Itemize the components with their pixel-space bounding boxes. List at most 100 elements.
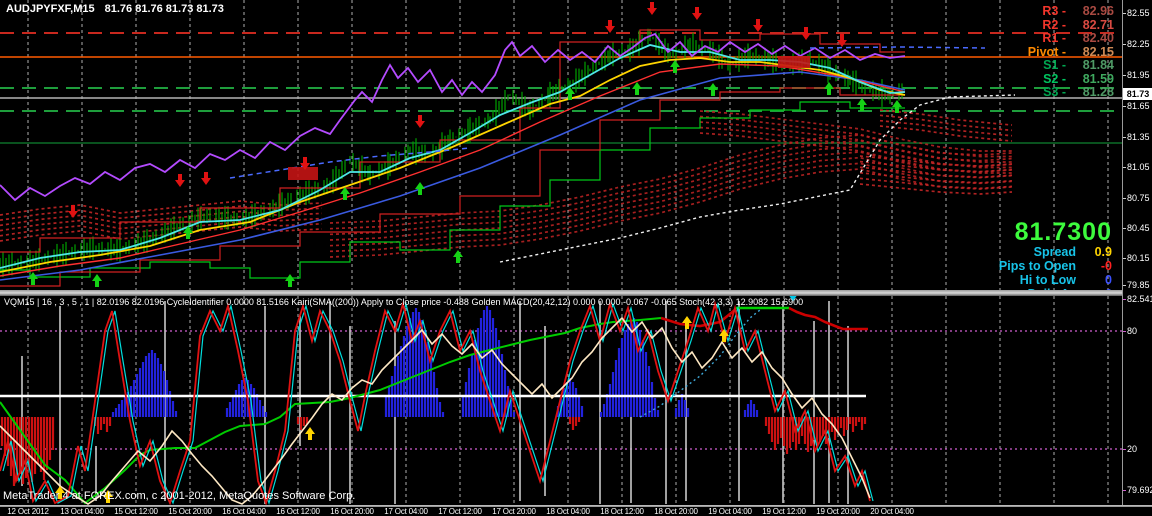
time-axis-label: 15 Oct 20:00 bbox=[168, 507, 211, 516]
arrow-up-icon bbox=[708, 83, 718, 96]
time-axis-label: 17 Oct 20:00 bbox=[492, 507, 535, 516]
mt4-terminal: AUDJPYFXF,M15 81.76 81.76 81.73 81.73 R3 … bbox=[0, 0, 1152, 516]
axis-tick bbox=[1123, 75, 1126, 76]
pivot-level-label: R1 - bbox=[1042, 32, 1066, 46]
quote-stat-value: 0.9 bbox=[1076, 245, 1112, 259]
pivot-level-value: 81.84 bbox=[1066, 59, 1114, 73]
signal-box bbox=[778, 56, 810, 68]
arrow-down-icon bbox=[801, 27, 811, 40]
arrow-down-icon bbox=[605, 20, 615, 33]
time-axis-label: 19 Oct 20:00 bbox=[816, 507, 859, 516]
arrow-up-icon bbox=[453, 250, 463, 263]
axis-price-label: 81.35 bbox=[1127, 132, 1150, 142]
time-axis-label: 16 Oct 20:00 bbox=[330, 507, 373, 516]
arrow-up-icon bbox=[305, 427, 315, 440]
arrow-up-icon bbox=[415, 182, 425, 195]
time-axis[interactable]: 12 Oct 201213 Oct 04:0015 Oct 12:0015 Oc… bbox=[0, 507, 1152, 516]
axis-price-label: 79.85 bbox=[1127, 280, 1150, 290]
axis-price-label: 81.65 bbox=[1127, 101, 1150, 111]
axis-tick bbox=[1123, 258, 1126, 259]
time-axis-label: 18 Oct 04:00 bbox=[546, 507, 589, 516]
time-axis-label: 12 Oct 2012 bbox=[7, 507, 48, 516]
cloud-band bbox=[860, 178, 1012, 188]
cloud-band bbox=[860, 156, 1012, 166]
arrow-up-icon bbox=[824, 82, 834, 95]
axis-price-label: 82.25 bbox=[1127, 39, 1150, 49]
ohlc-values: 81.76 81.76 81.73 81.73 bbox=[105, 3, 224, 15]
indicator-canvas[interactable] bbox=[0, 296, 1122, 505]
arrow-down-icon bbox=[68, 205, 78, 218]
quote-info-block: 81.7300 Spread0.9Pips to Open-0Hi to Low… bbox=[999, 219, 1112, 290]
axis-price-label: 81.05 bbox=[1127, 162, 1150, 172]
price-axis[interactable]: 82.5582.2581.9581.6581.3581.0580.7580.45… bbox=[1122, 0, 1152, 505]
cloud-band bbox=[860, 167, 1012, 177]
axis-tick bbox=[1123, 106, 1126, 107]
arrow-down-icon bbox=[201, 172, 211, 185]
pivot-level-label: R3 - bbox=[1042, 5, 1066, 19]
axis-tick bbox=[1123, 285, 1126, 286]
arrow-down-icon bbox=[647, 2, 657, 15]
axis-tick bbox=[1123, 331, 1126, 332]
axis-price-label: 81.95 bbox=[1127, 70, 1150, 80]
series-dash-blue-right bbox=[810, 47, 985, 48]
quote-stats-rows: Spread0.9Pips to Open-0Hi to Low0Daily A… bbox=[999, 245, 1112, 290]
arrow-up-icon bbox=[682, 316, 692, 329]
price-chart-canvas[interactable] bbox=[0, 0, 1122, 290]
arrow-up-icon bbox=[857, 98, 867, 111]
axis-tick bbox=[1123, 137, 1126, 138]
quote-stat-label: Hi to Low bbox=[1020, 273, 1076, 287]
quote-stat-row: Spread0.9 bbox=[999, 245, 1112, 259]
pivot-level-row: Pivot -82.15 bbox=[1028, 46, 1114, 60]
current-price-display: 81.7300 bbox=[999, 219, 1112, 245]
copyright-text: MetaTrader 4 at FOREX.com, c 2001-2012, … bbox=[3, 490, 355, 502]
time-axis-label: 17 Oct 12:00 bbox=[438, 507, 481, 516]
pivot-level-label: S1 - bbox=[1043, 59, 1066, 73]
pivot-level-value: 82.71 bbox=[1066, 19, 1114, 33]
time-axis-label: 19 Oct 12:00 bbox=[762, 507, 805, 516]
axis-price-label: 20 bbox=[1127, 444, 1137, 454]
time-axis-label: 16 Oct 12:00 bbox=[276, 507, 319, 516]
cloud-band bbox=[860, 173, 1012, 183]
signal-box bbox=[288, 167, 318, 180]
cloud-band bbox=[330, 135, 1012, 223]
symbol-period-label: AUDJPYFXF,M15 bbox=[6, 3, 95, 15]
series-dot-white bbox=[500, 95, 1015, 262]
pivot-level-value: 82.96 bbox=[1066, 5, 1114, 19]
arrow-down-icon bbox=[753, 19, 763, 32]
pivot-level-label: S3 - bbox=[1043, 86, 1066, 100]
axis-price-label: 80.75 bbox=[1127, 193, 1150, 203]
quote-stat-value: -0 bbox=[1076, 259, 1112, 273]
arrow-up-icon bbox=[92, 274, 102, 287]
axis-price-label: 80 bbox=[1127, 326, 1137, 336]
axis-tick bbox=[1123, 13, 1126, 14]
indicator-panel[interactable]: VQM15 | 16 , 3 , 5 , 1 | 82.0196 82.0196… bbox=[0, 296, 1122, 505]
pivot-levels-block: R3 -82.96R2 -82.71R1 -82.40Pivot -82.15S… bbox=[1028, 5, 1114, 100]
price-chart-panel[interactable]: AUDJPYFXF,M15 81.76 81.76 81.73 81.73 R3 … bbox=[0, 0, 1122, 290]
pivot-level-value: 81.28 bbox=[1066, 86, 1114, 100]
pivot-level-row: S2 -81.59 bbox=[1028, 73, 1114, 87]
pivot-level-row: S1 -81.84 bbox=[1028, 59, 1114, 73]
axis-tick bbox=[1123, 228, 1126, 229]
quote-stat-label: Daily Av bbox=[1028, 287, 1076, 290]
time-axis-label: 17 Oct 04:00 bbox=[384, 507, 427, 516]
quote-stat-label: Pips to Open bbox=[999, 259, 1076, 273]
quote-stat-value: 6 bbox=[1076, 287, 1112, 290]
time-axis-label: 18 Oct 20:00 bbox=[654, 507, 697, 516]
axis-tick bbox=[1123, 167, 1126, 168]
axis-tick bbox=[1123, 299, 1126, 300]
time-axis-label: 16 Oct 04:00 bbox=[222, 507, 265, 516]
pivot-level-row: S3 -81.28 bbox=[1028, 86, 1114, 100]
arrow-down-icon bbox=[837, 34, 847, 47]
indicator-header: VQM15 | 16 , 3 , 5 , 1 | 82.0196 82.0196… bbox=[4, 297, 803, 307]
quote-stat-row: Daily Av6 bbox=[999, 287, 1112, 290]
arrow-up-icon bbox=[632, 82, 642, 95]
pivot-level-label: Pivot - bbox=[1028, 46, 1066, 60]
time-axis-label: 19 Oct 04:00 bbox=[708, 507, 751, 516]
pivot-level-row: R3 -82.96 bbox=[1028, 5, 1114, 19]
axis-tick bbox=[1123, 44, 1126, 45]
axis-tick bbox=[1123, 449, 1126, 450]
time-axis-label: 13 Oct 04:00 bbox=[60, 507, 103, 516]
pivot-level-value: 81.59 bbox=[1066, 73, 1114, 87]
cloud-band bbox=[860, 162, 1012, 172]
quote-stat-value: 0 bbox=[1076, 273, 1112, 287]
